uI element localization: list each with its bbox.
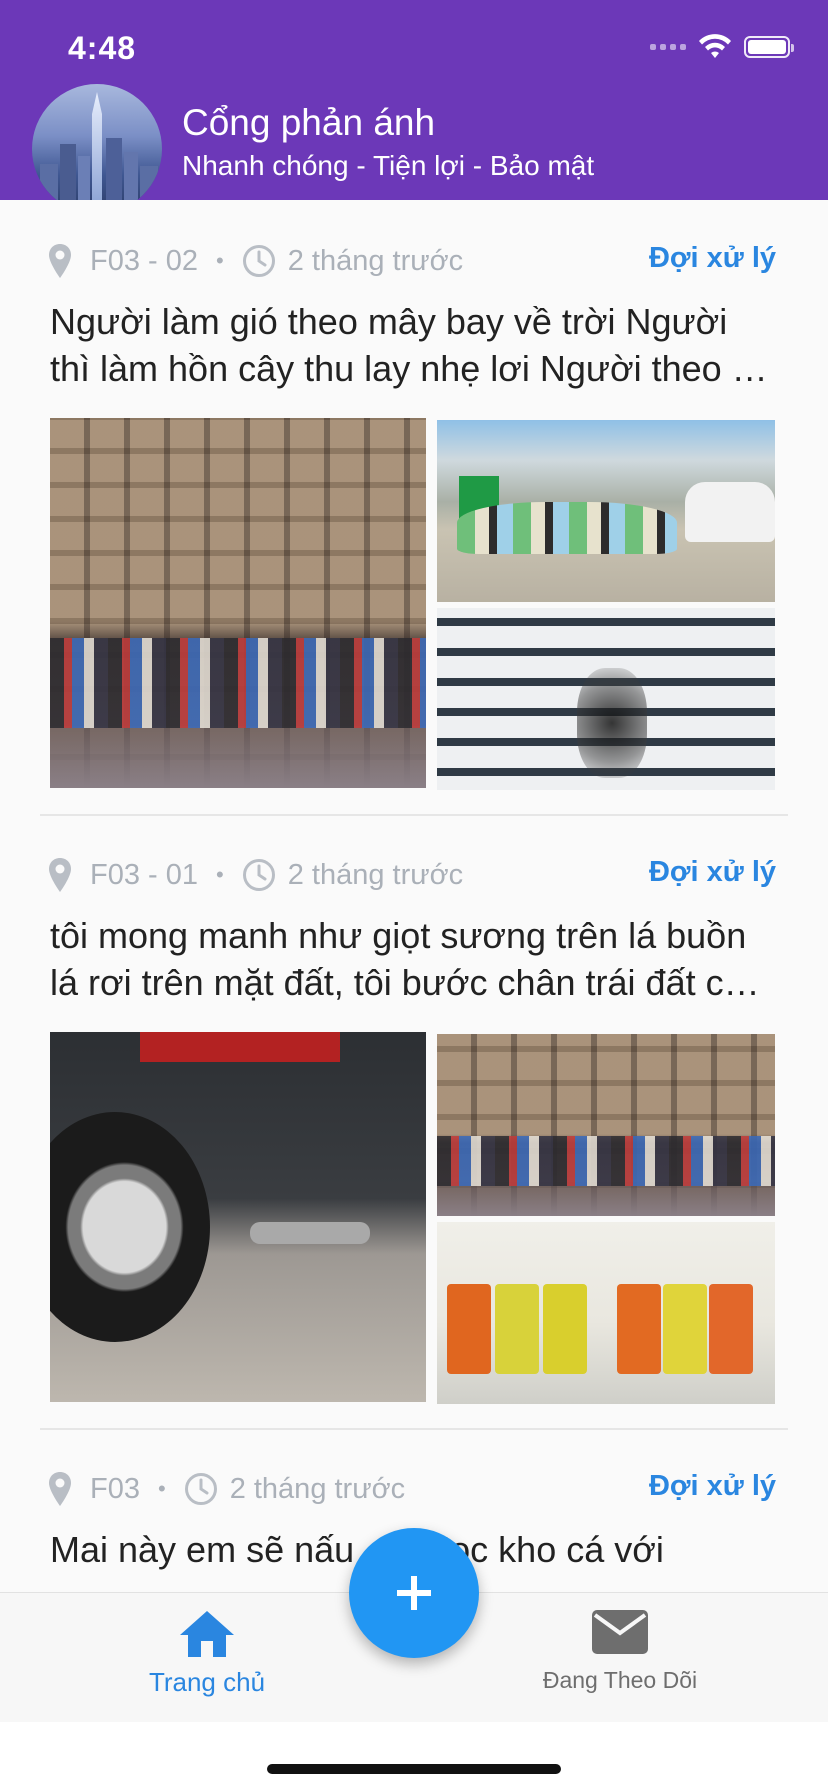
mail-icon: [592, 1610, 648, 1654]
app-title: Cổng phản ánh: [182, 102, 436, 143]
divider: [40, 1428, 788, 1430]
post-meta: F03 - 02 • 2 tháng trước: [48, 240, 463, 282]
add-report-button[interactable]: [349, 1528, 479, 1658]
clock-icon: [242, 859, 275, 891]
app-header: 4:48 Cổng phản ánh Nhanh chóng - Tiện lợ…: [0, 0, 828, 214]
location-pin-icon: [49, 244, 71, 278]
wifi-icon: [699, 34, 731, 58]
status-time: 4:48: [68, 30, 137, 66]
location-pin-icon: [49, 858, 71, 892]
post-text: tôi mong manh như giọt sương trên lá buồ…: [50, 912, 798, 1006]
post-time: 2 tháng trước: [287, 858, 464, 891]
post-time: 2 tháng trước: [287, 244, 464, 277]
post-text: Người làm gió theo mây bay về trời Người…: [50, 298, 798, 392]
post-location: F03: [90, 1472, 140, 1505]
app-subtitle: Nhanh chóng - Tiện lợi - Bảo mật: [182, 150, 595, 181]
post-time: 2 tháng trước: [229, 1472, 406, 1505]
post-image-main[interactable]: [50, 1032, 426, 1402]
status-badge: Đợi xử lý: [648, 1470, 776, 1502]
post-image-main[interactable]: [50, 418, 426, 788]
post-image[interactable]: [437, 608, 775, 790]
post-image[interactable]: [437, 1222, 775, 1404]
status-badge: Đợi xử lý: [648, 242, 776, 274]
divider: [40, 814, 788, 816]
home-icon: [180, 1611, 234, 1657]
post-text-line: Người làm gió theo mây bay về trời Người: [50, 301, 728, 342]
separator-dot: •: [216, 248, 224, 273]
battery-icon: [744, 36, 794, 58]
tab-home-label: Trang chủ: [148, 1667, 266, 1697]
location-pin-icon: [49, 1472, 71, 1506]
post-meta: F03 - 01 • 2 tháng trước: [48, 854, 463, 896]
home-indicator[interactable]: [267, 1764, 561, 1774]
clock-icon: [242, 245, 275, 277]
plus-icon: [397, 1576, 431, 1610]
tab-following-label: Đang Theo Dõi: [542, 1667, 698, 1693]
post-image[interactable]: [437, 1034, 775, 1216]
post-text-line: lá rơi trên mặt đất, tôi bước chân trái …: [50, 962, 760, 1003]
clock-icon: [184, 1473, 217, 1505]
post-text-line: tôi mong manh như giọt sương trên lá buồ…: [50, 915, 747, 956]
post-location: F03 - 01: [90, 858, 198, 891]
cellular-signal-icon: [650, 44, 686, 50]
tab-home[interactable]: Trang chủ: [130, 1609, 284, 1698]
feed-list[interactable]: F03 - 02 • 2 tháng trước Đợi xử lý Người…: [0, 200, 828, 1592]
post-location: F03 - 02: [90, 244, 198, 277]
tab-following[interactable]: Đang Theo Dõi: [520, 1609, 720, 1694]
avatar[interactable]: [32, 84, 162, 214]
status-badge: Đợi xử lý: [648, 856, 776, 888]
post-meta: F03 • 2 tháng trước: [48, 1468, 405, 1510]
status-icons: [650, 34, 794, 60]
post-image[interactable]: [437, 420, 775, 602]
separator-dot: •: [216, 862, 224, 887]
post-text-segment: Mai này em sẽ nấu: [50, 1529, 355, 1570]
separator-dot: •: [157, 1476, 166, 1501]
post-text-line: thì làm hồn cây thu lay nhẹ lơi Người th…: [50, 348, 768, 389]
